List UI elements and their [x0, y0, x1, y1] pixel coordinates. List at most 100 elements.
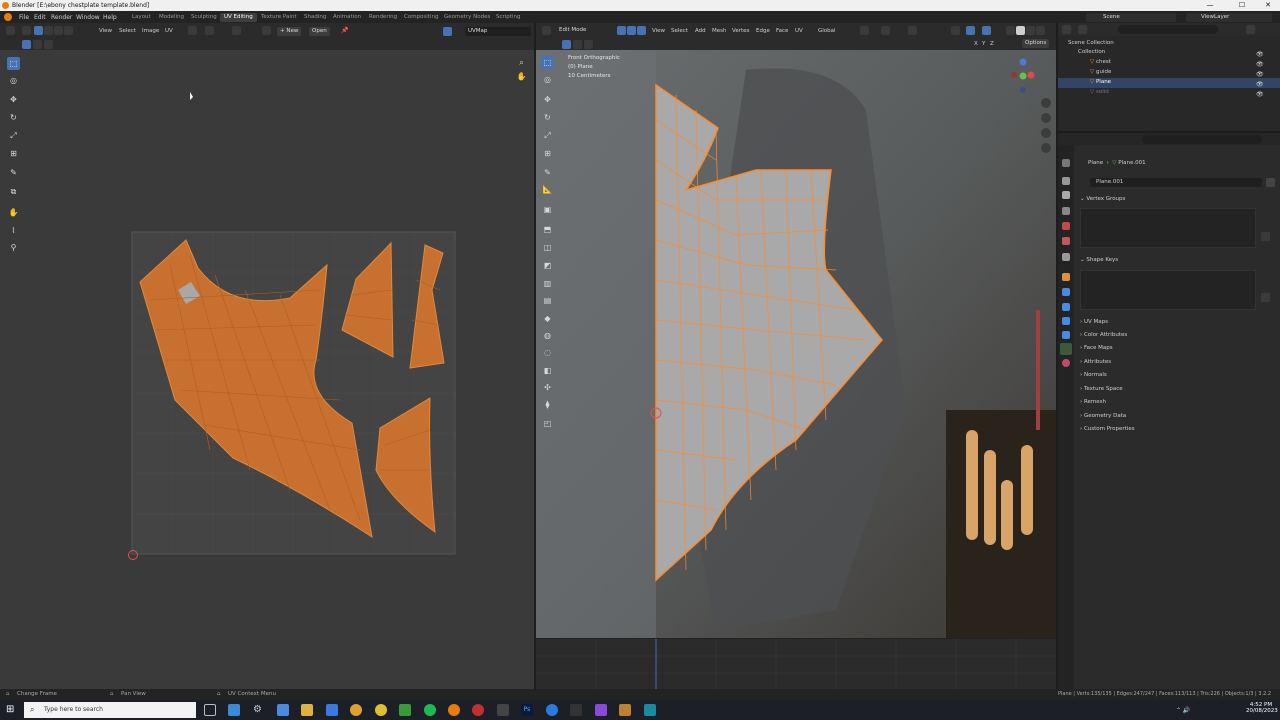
uv-select-mode-icon[interactable] — [22, 40, 31, 49]
vp-shrink-tool-icon[interactable]: ✣ — [541, 381, 554, 394]
tab-compositing[interactable]: Compositing — [400, 13, 442, 22]
scene-collection-row[interactable]: Scene Collection — [1068, 40, 1114, 46]
tab-geometry-nodes[interactable]: Geometry Nodes — [440, 13, 494, 22]
taskbar-clock[interactable]: 4:52 PM 20/08/2023 — [1246, 702, 1278, 714]
snap-icon[interactable] — [205, 26, 214, 35]
sync-selection-icon[interactable] — [22, 26, 31, 35]
viewport-menu-uv[interactable]: UV — [795, 28, 803, 34]
proportional-edit-icon[interactable] — [232, 26, 241, 35]
viewport-menu-view[interactable]: View — [652, 28, 665, 34]
uv-menu-view[interactable]: View — [99, 28, 112, 34]
gizmo-x-icon[interactable] — [1027, 71, 1035, 79]
axis-z-toggle[interactable]: Z — [990, 41, 994, 47]
rendered-shading-icon[interactable] — [1036, 26, 1045, 35]
material-tab-icon[interactable] — [1062, 359, 1070, 367]
options-dropdown[interactable]: Options — [1022, 39, 1050, 48]
viewport-editor-type-icon[interactable] — [542, 26, 551, 35]
tab-rendering[interactable]: Rendering — [365, 13, 401, 22]
viewport-menu-vertex[interactable]: Vertex — [732, 28, 750, 34]
panel-geometry-data[interactable]: › Geometry Data — [1080, 413, 1126, 419]
modifier-tab-icon[interactable] — [1062, 288, 1070, 296]
outliner-area[interactable]: Scene Collection Collection ▽ chest ▽ gu… — [1058, 23, 1280, 131]
axis-y-toggle[interactable]: Y — [982, 41, 985, 47]
physics-tab-icon[interactable] — [1062, 317, 1070, 325]
camera-view-icon[interactable] — [1041, 128, 1051, 138]
collection-row[interactable]: Collection — [1078, 49, 1105, 55]
overlay-toggle-icon[interactable] — [982, 26, 991, 35]
spotify-app-icon[interactable] — [424, 704, 436, 716]
pivot-icon[interactable] — [188, 26, 197, 35]
tab-layout[interactable]: Layout — [128, 13, 155, 22]
tab-shading[interactable]: Shading — [300, 13, 330, 22]
minimize-button[interactable]: — — [1200, 0, 1220, 11]
panel-face-maps[interactable]: › Face Maps — [1080, 345, 1113, 351]
3d-viewport-area[interactable]: Edit Mode View Select Add Mesh Vertex Ed… — [536, 23, 1056, 690]
tab-uv-editing[interactable]: UV Editing — [220, 13, 257, 22]
minecraft-app-icon[interactable] — [399, 704, 411, 716]
data-tab-icon[interactable] — [1060, 343, 1072, 355]
vp-scale-tool-icon[interactable]: ⤢ — [541, 129, 554, 142]
panel-vertex-groups[interactable]: ⌄ Vertex Groups — [1080, 196, 1125, 202]
word-app-icon[interactable] — [326, 704, 338, 716]
windows-start-icon[interactable]: ⊞ — [6, 705, 16, 715]
record-app-icon[interactable] — [472, 704, 484, 716]
maximize-button[interactable]: ☐ — [1232, 0, 1252, 11]
vp-bevel-tool-icon[interactable]: ◩ — [541, 259, 554, 272]
unity-app-icon[interactable] — [570, 704, 582, 716]
image-browse-icon[interactable] — [262, 26, 271, 35]
settings-gear-icon[interactable]: ⚙ — [253, 704, 265, 716]
uv-menu-uv[interactable]: UV — [165, 28, 173, 34]
taskbar-search-box[interactable]: ⌕ Type here to search — [24, 702, 196, 718]
vertex-groups-menu-icon[interactable] — [1261, 232, 1270, 241]
gizmo-y-icon[interactable] — [1019, 72, 1027, 80]
mail-app-icon[interactable] — [228, 704, 240, 716]
uv-canvas[interactable] — [0, 50, 534, 689]
panel-remesh[interactable]: › Remesh — [1080, 399, 1106, 405]
visual-studio-icon[interactable] — [595, 704, 607, 716]
gizmo-neg-z-icon[interactable] — [1020, 87, 1026, 93]
notes-app-icon[interactable] — [619, 704, 631, 716]
uv-menu-select[interactable]: Select — [119, 28, 136, 34]
new-image-button[interactable]: + New — [277, 27, 302, 36]
properties-area[interactable]: Plane › ▽ Plane.001 Plane.001 ⌄ Vertex G… — [1058, 133, 1280, 689]
particles-tab-icon[interactable] — [1062, 303, 1070, 311]
panel-custom-properties[interactable]: › Custom Properties — [1080, 426, 1135, 432]
fake-user-icon[interactable] — [1266, 178, 1275, 187]
viewport-menu-select[interactable]: Select — [671, 28, 688, 34]
pivot-point-icon[interactable] — [860, 26, 869, 35]
uv-select-mode-2-icon[interactable] — [33, 40, 42, 49]
render-tab-icon[interactable] — [1062, 177, 1070, 185]
open-image-button[interactable]: Open — [309, 27, 330, 36]
editor-type-icon[interactable] — [6, 26, 15, 35]
vp-spin-tool-icon[interactable]: ◍ — [541, 329, 554, 342]
edge-mode-icon[interactable] — [627, 26, 636, 35]
tab-modeling[interactable]: Modeling — [155, 13, 188, 22]
gizmo-z-icon[interactable] — [1019, 58, 1027, 66]
wireframe-shading-icon[interactable] — [1006, 26, 1015, 35]
vp-move-tool-icon[interactable]: ✥ — [541, 93, 554, 106]
axis-x-toggle[interactable]: X — [974, 41, 978, 47]
uv-editor-area[interactable]: View Select Image UV + New Open 📌 UVMap … — [0, 23, 534, 689]
tab-texture-paint[interactable]: Texture Paint — [257, 13, 301, 22]
proportional-icon[interactable] — [908, 26, 917, 35]
object-tab-icon[interactable] — [1062, 273, 1070, 281]
system-tray-icons[interactable]: ⌃ 🔊 — [1176, 707, 1190, 714]
task-view-icon[interactable] — [204, 704, 216, 716]
outliner-search-input[interactable] — [1118, 25, 1218, 34]
viewport-menu-mesh[interactable]: Mesh — [712, 28, 726, 34]
vp-annotate-tool-icon[interactable]: ✎ — [541, 166, 554, 179]
panel-attributes[interactable]: › Attributes — [1080, 359, 1111, 365]
constraints-tab-icon[interactable] — [1062, 331, 1070, 339]
mesh-name-field[interactable]: Plane.001 — [1090, 178, 1262, 187]
vertex-select-mode-icon[interactable] — [34, 26, 43, 35]
vp-inset-tool-icon[interactable]: ◫ — [541, 241, 554, 254]
uv-select-mode-3-icon[interactable] — [44, 40, 53, 49]
scene-selector[interactable]: Scene — [1086, 13, 1176, 22]
blender-taskbar-icon[interactable] — [448, 704, 460, 716]
edge-browser-icon[interactable] — [546, 704, 558, 716]
close-button[interactable]: ✕ — [1258, 0, 1278, 11]
yellow-app-icon[interactable] — [375, 704, 387, 716]
face-mode-icon[interactable] — [637, 26, 646, 35]
uv-menu-image[interactable]: Image — [142, 28, 159, 34]
viewport-menu-face[interactable]: Face — [776, 28, 788, 34]
